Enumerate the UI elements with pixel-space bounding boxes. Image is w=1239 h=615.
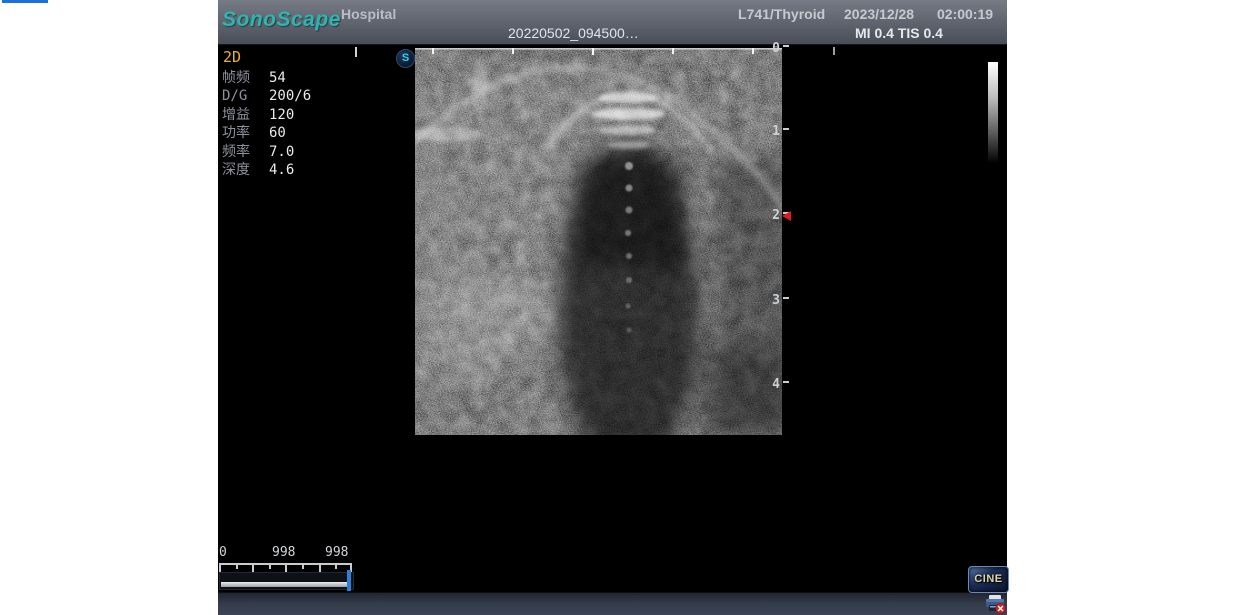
focus-marker-icon [782, 211, 791, 221]
cine-scrubber: 0 998 998 [218, 545, 358, 593]
printer-icon[interactable] [984, 594, 1006, 614]
param-label: 增益 [222, 106, 269, 124]
depth-label: 3 [764, 293, 780, 308]
param-row-frequency: 频率 7.0 [222, 143, 342, 161]
param-value: 7.0 [269, 143, 294, 161]
cine-progress-track[interactable] [219, 572, 354, 590]
param-value: 60 [269, 124, 286, 142]
param-row-frame-rate: 帧频 54 [222, 69, 342, 87]
depth-label: 0 [764, 41, 780, 56]
hospital-name: Hospital [341, 6, 396, 22]
param-label: 功率 [222, 124, 269, 142]
param-value: 200/6 [269, 87, 311, 105]
param-label: 频率 [222, 143, 269, 161]
param-label: 帧频 [222, 69, 269, 87]
ultrasound-speckle-render [415, 48, 782, 435]
depth-tick [783, 128, 789, 130]
cine-button[interactable]: CINE [968, 566, 1009, 593]
param-row-dg: D/G 200/6 [222, 87, 342, 105]
ultrasound-app: SonoScape Hospital L741/Thyroid 2023/12/… [0, 0, 1239, 615]
param-row-gain: 增益 120 [222, 106, 342, 124]
depth-tick [783, 297, 789, 299]
date-display: 2023/12/28 [844, 6, 914, 22]
scale-tick-left [355, 47, 357, 57]
depth-label: 2 [764, 208, 780, 223]
cine-first-frame: 0 [219, 545, 227, 560]
param-label: D/G [222, 87, 269, 105]
header-bar: SonoScape Hospital L741/Thyroid 2023/12/… [218, 0, 1007, 45]
depth-label: 4 [764, 377, 780, 392]
cine-total-frames: 998 [325, 545, 348, 560]
depth-tick [783, 381, 789, 383]
acoustic-output: MI 0.4 TIS 0.4 [855, 25, 943, 41]
depth-tick [783, 45, 789, 47]
param-value: 120 [269, 106, 294, 124]
top-left-accent-bar [2, 0, 48, 3]
depth-label: 1 [764, 124, 780, 139]
param-value: 4.6 [269, 161, 294, 179]
mode-label: 2D [223, 48, 342, 66]
cine-current-frame: 998 [272, 545, 295, 560]
time-display: 02:00:19 [937, 6, 993, 22]
bottom-status-bar [218, 592, 1007, 615]
ultrasound-image [415, 48, 782, 435]
printer-error-badge [996, 604, 1006, 614]
parameter-panel: 2D 帧频 54 D/G 200/6 增益 120 功率 60 频率 7.0 [222, 48, 342, 179]
ultrasound-screen: SonoScape Hospital L741/Thyroid 2023/12/… [218, 0, 1007, 615]
cine-progress-fill [221, 582, 347, 587]
probe-orientation-marker-icon: S [396, 49, 415, 68]
scale-tick-right [833, 47, 835, 55]
cine-position-cursor[interactable] [347, 570, 351, 591]
param-value: 54 [269, 69, 286, 87]
param-row-depth: 深度 4.6 [222, 161, 342, 179]
grayscale-bar [988, 62, 998, 163]
brand-logo: SonoScape [222, 8, 341, 32]
param-label: 深度 [222, 161, 269, 179]
probe-preset: L741/Thyroid [738, 6, 825, 22]
exam-id: 20220502_094500… [508, 25, 639, 41]
param-row-power: 功率 60 [222, 124, 342, 142]
